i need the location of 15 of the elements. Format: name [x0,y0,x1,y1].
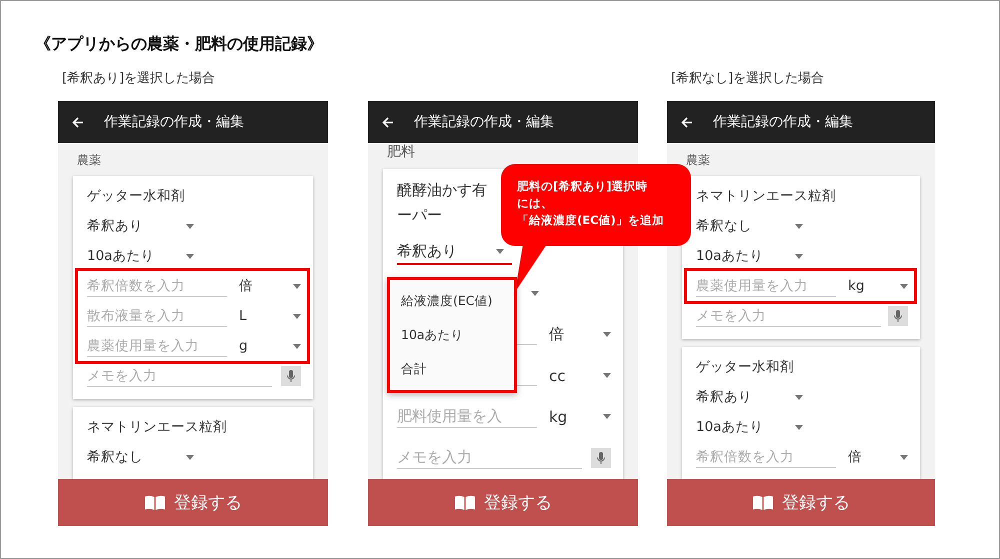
product-name: ネマトリンエース粒剤 [696,187,836,206]
screen-title: 作業記録の作成・編集 [104,113,244,131]
product-name: 醗酵油かす有 ーパー [397,180,487,226]
section-label: 農薬 [77,152,102,169]
section-label: 農薬 [686,152,711,169]
caption: [希釈あり]を選択した場合 [61,70,216,88]
section-label: 肥料 [387,143,416,161]
caption: [希釈なし]を選択した場合 [670,70,826,88]
screen-title: 作業記録の作成・編集 [713,113,853,131]
slide-title: 《アプリからの農薬・肥料の使用記録》 [35,34,323,55]
product-name: ゲッター水和剤 [87,187,185,206]
product-name: ゲッター水和剤 [696,358,794,377]
screen-title: 作業記録の作成・編集 [414,113,554,131]
product-name: ネマトリンエース粒剤 [87,418,227,437]
callout-text: 肥料の[希釈あり]選択時 には、 「給液濃度(EC値)」を追加 [517,178,665,229]
